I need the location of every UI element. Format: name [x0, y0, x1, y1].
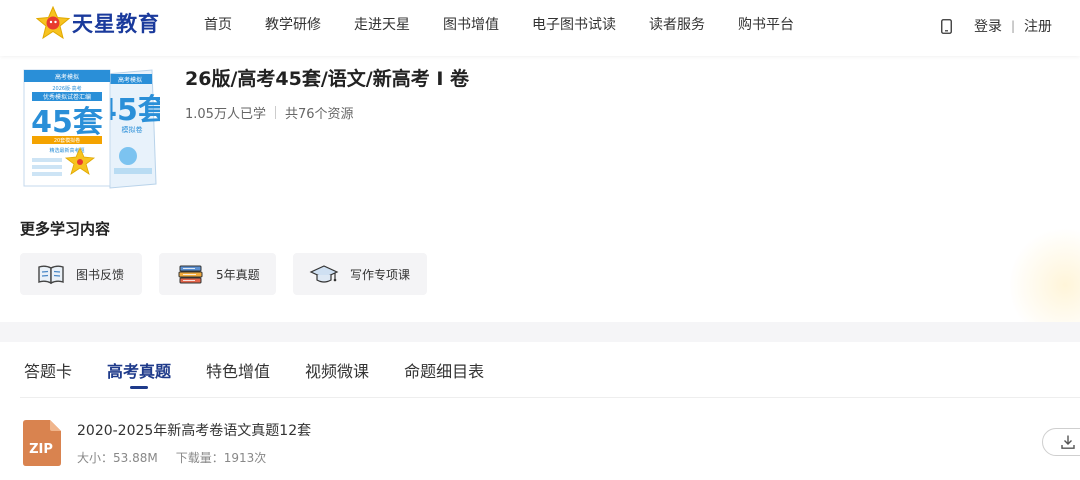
site-logo[interactable]: 天星教育 [36, 5, 160, 41]
mobile-phone-icon[interactable] [941, 18, 952, 34]
tab-label: 视频微课 [305, 362, 370, 381]
main-nav: 首页 教学研修 走进天星 图书增值 电子图书试读 读者服务 购书平台 [204, 14, 827, 34]
auth-links: 登录 | 注册 [941, 16, 1052, 36]
five-year-exams-label: 5年真题 [216, 267, 260, 282]
book-feedback-icon [38, 265, 64, 285]
tab-answer-sheet[interactable]: 答题卡 [24, 358, 72, 382]
back-cover-badge: 高考模拟 [118, 76, 142, 84]
file-download-count: 下载量：1913次 [175, 451, 267, 465]
front-cover-number: 45套 [31, 105, 103, 140]
logo-text: 天星教育 [72, 12, 160, 36]
back-cover-subtitle: 模拟卷 [122, 125, 143, 134]
resource-count: 共76个资源 [284, 107, 354, 122]
top-navigation-bar: 天星教育 首页 教学研修 走进天星 图书增值 电子图书试读 读者服务 购书平台 … [0, 0, 1080, 56]
auth-separator: | [1010, 19, 1015, 33]
learner-count: 1.05万人已学 [185, 107, 266, 122]
front-cover-series: 2026版·高考 [52, 85, 81, 92]
star-logo-icon [36, 6, 70, 40]
tab-label: 高考真题 [107, 362, 172, 381]
writing-course-label: 写作专项课 [350, 267, 411, 282]
active-tab-indicator [130, 386, 149, 389]
tab-label: 命题细目表 [404, 362, 485, 381]
graduation-cap-icon [309, 265, 339, 283]
nav-item-teaching-research[interactable]: 教学研修 [265, 14, 321, 34]
resource-tabs: 答题卡 高考真题 特色增值 视频微课 命题细目表 [24, 358, 519, 389]
more-learning-list: 图书反馈 5年真题 写作专项课 [20, 253, 444, 295]
front-cover-ribbon: 20套模拟卷 [54, 137, 80, 144]
file-meta: 大小：53.88M 下载量：1913次 [77, 449, 266, 466]
front-cover-subtitle: 优秀模拟试卷汇编 [43, 93, 91, 101]
stacked-books-icon [178, 265, 203, 284]
nav-item-book-value-added[interactable]: 图书增值 [443, 14, 499, 34]
tab-video-lessons[interactable]: 视频微课 [305, 358, 369, 382]
download-button[interactable] [1042, 428, 1080, 456]
download-icon [1061, 435, 1075, 449]
front-cover-badge: 高考模拟 [55, 73, 79, 81]
front-book: 高考模拟 2026版·高考 优秀模拟试卷汇编 45套 20套模拟卷 精选最新高考… [23, 69, 111, 187]
five-year-exams-card[interactable]: 5年真题 [159, 253, 276, 295]
more-learning-title: 更多学习内容 [20, 220, 111, 238]
tab-question-spec-table[interactable]: 命题细目表 [404, 358, 484, 382]
tab-label: 特色增值 [206, 362, 271, 381]
meta-divider [274, 106, 276, 119]
book-feedback-label: 图书反馈 [76, 267, 125, 282]
book-title: 26版/高考45套/语文/新高考 I 卷 [185, 68, 469, 90]
book-feedback-card[interactable]: 图书反馈 [20, 253, 142, 295]
nav-item-home[interactable]: 首页 [204, 14, 232, 34]
file-type-label: ZIP [29, 442, 53, 457]
tab-label: 答题卡 [24, 362, 73, 381]
book-meta: 1.05万人已学 共76个资源 [185, 103, 354, 122]
book-cover-image: 高考模拟 45套 模拟卷 高考模拟 2026版·高考 优秀模拟试卷汇编 45套 … [23, 69, 160, 189]
nav-item-ebook-preview[interactable]: 电子图书试读 [532, 14, 616, 34]
tabs-divider [20, 397, 1080, 398]
tab-gaokao-real-exams[interactable]: 高考真题 [107, 358, 172, 389]
nav-item-reader-service[interactable]: 读者服务 [649, 14, 705, 34]
tab-featured-extras[interactable]: 特色增值 [206, 358, 270, 382]
section-separator [0, 322, 1080, 342]
login-link[interactable]: 登录 [974, 16, 1002, 36]
file-name[interactable]: 2020-2025年新高考卷语文真题12套 [77, 420, 311, 440]
file-size: 大小：53.88M [77, 451, 158, 465]
nav-item-shop[interactable]: 购书平台 [738, 14, 794, 34]
writing-course-card[interactable]: 写作专项课 [293, 253, 427, 295]
zip-file-icon: ZIP [23, 420, 61, 466]
register-link[interactable]: 注册 [1024, 16, 1052, 36]
nav-item-about[interactable]: 走进天星 [354, 14, 410, 34]
